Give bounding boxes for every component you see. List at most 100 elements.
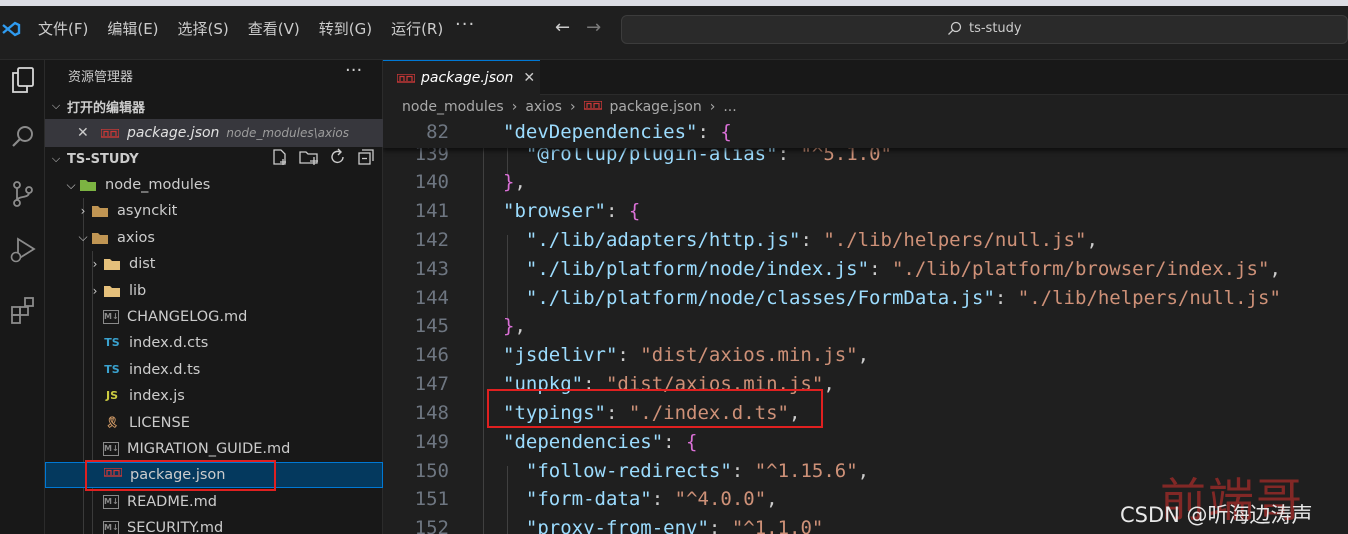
sticky-scroll-header[interactable]: 82 "devDependencies": {	[383, 118, 1348, 148]
line-number: 141	[414, 200, 449, 223]
tree-item[interactable]: JS index.js	[45, 383, 383, 409]
tree-item[interactable]: › lib	[45, 278, 383, 304]
tree-item-label: asynckit	[117, 203, 178, 220]
folder-icon	[91, 231, 109, 245]
command-center-search[interactable]: ts-study	[621, 15, 1348, 44]
code-line: "dependencies": {	[503, 431, 698, 453]
code-token: "^1.15.6"	[754, 459, 858, 482]
open-editor-item[interactable]: ✕ package.json node_modules\axios	[45, 119, 383, 147]
folder-icon	[79, 178, 97, 192]
new-file-icon[interactable]	[271, 148, 289, 166]
tree-item[interactable]: › dist	[45, 251, 383, 277]
menu-item[interactable]: 转到(G)	[319, 18, 372, 39]
menu-item[interactable]: 运行(R)	[391, 18, 443, 39]
menu-bar: 文件(F) 编辑(E) 选择(S) 查看(V) 转到(G) 运行(R)	[38, 18, 462, 39]
refresh-icon[interactable]	[329, 148, 347, 166]
chevron-down-icon: ⌵	[66, 177, 76, 192]
breadcrumb-item[interactable]: ...	[723, 99, 736, 115]
highlight-box-typings	[487, 389, 823, 428]
tree-item-label: lib	[129, 282, 147, 299]
tree-item[interactable]: TS index.d.cts	[45, 330, 383, 356]
menu-item[interactable]: 编辑(E)	[107, 18, 158, 39]
line-number: 146	[414, 344, 449, 367]
chevron-down-icon: ⌵	[51, 152, 61, 165]
tree-item[interactable]: TS index.d.ts	[45, 357, 383, 383]
code-token: "./lib/helpers/null.js"	[1017, 286, 1281, 309]
line-number: 148	[414, 401, 449, 424]
new-folder-icon[interactable]	[299, 148, 319, 166]
code-token: "./lib/adapters/http.js"	[525, 228, 801, 251]
line-number: 150	[414, 459, 449, 482]
code-token: ,	[857, 459, 870, 482]
tree-item[interactable]: M↓ README.md	[45, 489, 383, 515]
breadcrumb-item[interactable]: node_modules	[402, 99, 504, 115]
code-token: "./lib/helpers/null.js"	[823, 228, 1087, 251]
tab-package-json[interactable]: package.json ✕	[383, 60, 540, 95]
tree-item[interactable]: › asynckit	[45, 198, 383, 224]
code-token: :	[708, 517, 732, 534]
menu-item[interactable]: 文件(F)	[38, 18, 88, 39]
menu-item[interactable]: 查看(V)	[248, 18, 300, 39]
title-bar: 文件(F) 编辑(E) 选择(S) 查看(V) 转到(G) 运行(R) ··· ← → t…	[0, 0, 1348, 60]
explorer-icon[interactable]	[0, 60, 45, 100]
breadcrumb-item[interactable]: axios	[525, 99, 562, 115]
breadcrumb-item[interactable]: package.json	[610, 99, 702, 115]
tree-item[interactable]: ⌵ node_modules	[45, 172, 383, 198]
extensions-icon[interactable]	[0, 290, 45, 330]
typescript-icon: TS	[104, 362, 120, 376]
highlight-box-package-json	[85, 460, 276, 491]
code-line: },	[503, 171, 526, 193]
tree-item-label: index.d.cts	[129, 335, 209, 352]
code-token: "follow-redirects"	[525, 459, 732, 482]
tree-item-label: axios	[117, 229, 155, 246]
tree-item[interactable]: 🎗 LICENSE	[45, 410, 383, 436]
vscode-logo-icon	[2, 21, 21, 37]
open-editor-filename: package.json	[127, 125, 220, 141]
csdn-credit: CSDN @听海边涛声	[1120, 503, 1313, 527]
menu-more-button[interactable]: ···	[455, 14, 475, 35]
typescript-icon: TS	[104, 336, 120, 350]
sticky-code-line: "devDependencies": {	[503, 121, 732, 143]
tree-item-label: SECURITY.md	[127, 520, 224, 534]
code-token: :	[869, 257, 892, 280]
close-icon[interactable]: ✕	[77, 125, 95, 141]
collapse-all-icon[interactable]	[357, 148, 375, 166]
back-arrow-icon[interactable]: ←	[555, 17, 570, 38]
source-control-icon[interactable]	[0, 174, 45, 214]
line-number: 142	[414, 228, 449, 251]
tree-item[interactable]: M↓ MIGRATION_GUIDE.md	[45, 436, 383, 462]
tree-item[interactable]: M↓ SECURITY.md	[45, 515, 383, 534]
run-debug-icon[interactable]	[0, 230, 45, 270]
search-icon[interactable]	[0, 117, 45, 157]
tree-item[interactable]: ⌵ axios	[45, 225, 383, 251]
line-number: 145	[414, 315, 449, 338]
code-line: },	[503, 315, 526, 337]
menu-item[interactable]: 选择(S)	[178, 18, 229, 39]
tree-item[interactable]: M↓ CHANGELOG.md	[45, 304, 383, 330]
code-token: "./lib/platform/browser/index.js"	[891, 257, 1270, 280]
line-number: 149	[414, 430, 449, 453]
code-token: "browser"	[503, 200, 606, 223]
npm-icon	[396, 69, 416, 88]
code-token: :	[731, 459, 755, 482]
markdown-icon: M↓	[103, 442, 119, 456]
javascript-icon: JS	[105, 389, 118, 403]
code-line: "browser": {	[503, 200, 640, 222]
forward-arrow-icon[interactable]: →	[586, 17, 601, 38]
tree-item-label: CHANGELOG.md	[127, 309, 248, 325]
line-number: 143	[414, 257, 449, 280]
code-token: ,	[857, 344, 870, 367]
close-icon[interactable]: ✕	[523, 70, 535, 86]
chevron-right-icon: ›	[511, 99, 518, 115]
code-token: "devDependencies"	[503, 121, 698, 143]
line-number: 147	[414, 373, 449, 396]
npm-icon	[100, 127, 120, 139]
code-token: "dist/axios.min.js"	[640, 344, 858, 367]
code-token: "^4.0.0"	[674, 488, 767, 511]
sidebar-more-button[interactable]: ···	[345, 60, 362, 81]
open-editors-header[interactable]: ⌵ 打开的编辑器	[45, 94, 383, 118]
code-line: "jsdelivr": "dist/axios.min.js",	[503, 344, 869, 366]
line-number: 152	[414, 517, 449, 534]
tree-item-label: dist	[129, 256, 156, 273]
explorer-toolbar	[271, 148, 375, 166]
